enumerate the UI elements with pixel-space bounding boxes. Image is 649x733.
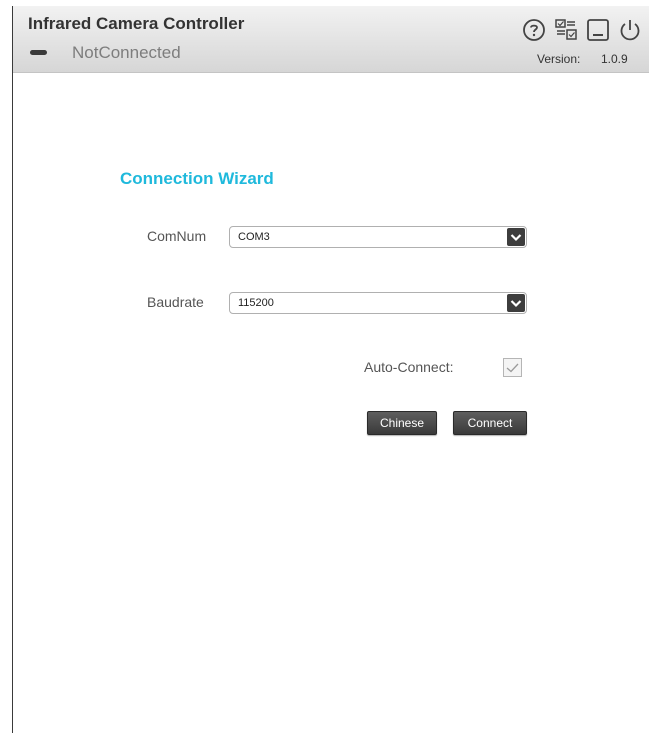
- chinese-button[interactable]: Chinese: [367, 411, 437, 435]
- connect-button[interactable]: Connect: [453, 411, 527, 435]
- baudrate-value: 115200: [238, 297, 274, 309]
- connection-status-indicator: [30, 50, 47, 55]
- comnum-value: COM3: [238, 231, 270, 243]
- title-bar: Infrared Camera Controller NotConnected: [13, 6, 649, 73]
- minimize-icon[interactable]: [586, 18, 610, 42]
- power-icon[interactable]: [618, 18, 642, 42]
- app-window: Infrared Camera Controller NotConnected: [12, 6, 649, 733]
- comnum-label: ComNum: [147, 228, 207, 244]
- baudrate-label: Baudrate: [147, 294, 204, 310]
- auto-connect-label: Auto-Connect:: [364, 359, 454, 375]
- chevron-down-icon[interactable]: [507, 228, 525, 246]
- chevron-down-icon[interactable]: [507, 294, 525, 312]
- comnum-select[interactable]: COM3: [229, 226, 527, 248]
- connection-status: NotConnected: [72, 43, 181, 62]
- baudrate-select[interactable]: 115200: [229, 292, 527, 314]
- auto-connect-checkbox[interactable]: [503, 358, 522, 377]
- wizard-title: Connection Wizard: [120, 169, 274, 188]
- version-value: 1.0.9: [601, 52, 628, 66]
- version-label: Version:: [537, 52, 581, 66]
- help-icon[interactable]: [522, 18, 546, 42]
- app-title: Infrared Camera Controller: [28, 14, 245, 33]
- settings-icon[interactable]: [554, 18, 578, 42]
